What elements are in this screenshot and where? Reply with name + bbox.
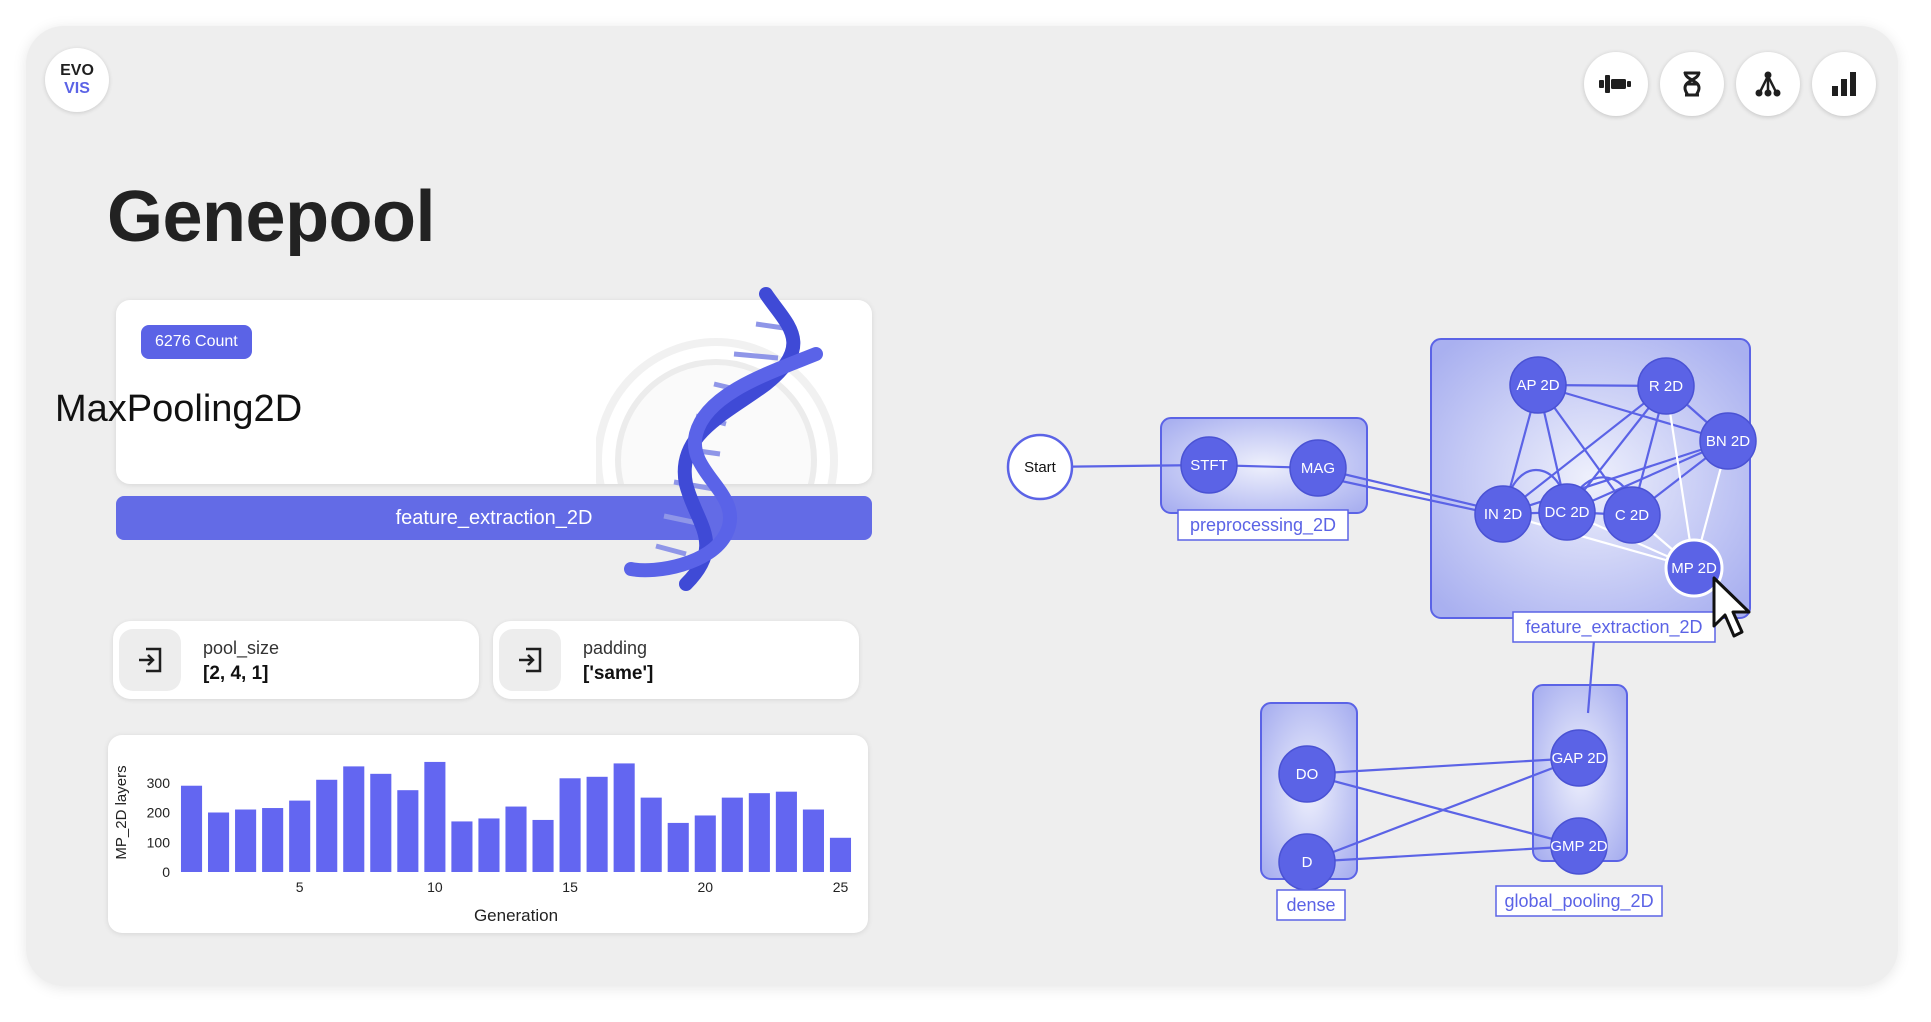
node-label: MP 2D <box>1671 560 1717 577</box>
architecture-graph: Start STFT MAG AP 2D R 2D BN 2D IN 2D DC 2D C 2… <box>1006 338 1757 921</box>
architecture-icon <box>1599 75 1631 93</box>
node-label: BN 2D <box>1706 433 1750 450</box>
node-label: MAG <box>1301 460 1335 477</box>
group-label-preprocessing[interactable]: preprocessing_2D <box>1177 509 1349 541</box>
evovis-logo[interactable]: EVO VIS <box>45 48 109 112</box>
generation-bar-chart: 0 100 200 300 5 10 15 20 25 Generation MP_2D layer… <box>113 761 852 925</box>
node-label: DC 2D <box>1544 504 1589 521</box>
group-label-dense[interactable]: dense <box>1276 889 1346 921</box>
chart-bar <box>208 812 230 872</box>
generation-chart-card: 0 100 200 300 5 10 15 20 25 Generation MP_2D layer… <box>108 735 868 933</box>
graph-node-gmp-2d[interactable]: GMP 2D <box>1550 817 1608 875</box>
chart-bar <box>748 793 770 872</box>
chart-bar <box>478 818 500 872</box>
param-name: padding <box>583 638 648 658</box>
graph-node-dc-2d[interactable]: DC 2D <box>1538 483 1596 541</box>
node-label: AP 2D <box>1516 377 1559 394</box>
node-label: IN 2D <box>1484 506 1523 523</box>
graph-node-mag[interactable]: MAG <box>1289 439 1347 497</box>
graph-node-r-2d[interactable]: R 2D <box>1637 357 1695 415</box>
x-tick-label: 25 <box>833 879 849 895</box>
chart-bar <box>451 821 473 872</box>
param-name: pool_size <box>203 638 280 658</box>
group-label-text: preprocessing_2D <box>1190 515 1336 536</box>
chart-bar <box>370 773 392 872</box>
graph-node-ap-2d[interactable]: AP 2D <box>1509 356 1567 414</box>
input-param-icon <box>119 629 181 691</box>
chart-bar <box>397 790 419 872</box>
input-param-icon <box>499 629 561 691</box>
chart-bar <box>532 819 554 872</box>
x-axis-title: Generation <box>474 906 558 925</box>
node-label: D <box>1302 854 1313 871</box>
node-label: Start <box>1024 459 1057 476</box>
dna-helix-illustration <box>624 287 823 591</box>
y-tick-label: 200 <box>147 805 171 821</box>
node-label: GMP 2D <box>1550 838 1607 855</box>
chart-bar <box>586 776 608 872</box>
chart-bar <box>802 809 824 872</box>
x-tick-label: 20 <box>697 879 713 895</box>
chart-bar <box>694 815 716 872</box>
chart-bar <box>640 797 662 872</box>
graph-node-d[interactable]: D <box>1278 833 1336 891</box>
chart-bar <box>829 837 852 872</box>
graph-node-in-2d[interactable]: IN 2D <box>1474 485 1532 543</box>
param-padding: padding ['same'] <box>493 621 859 699</box>
architecture-view-button[interactable] <box>1584 52 1648 116</box>
graph-node-gap-2d[interactable]: GAP 2D <box>1550 729 1608 787</box>
group-label-global-pooling[interactable]: global_pooling_2D <box>1495 885 1663 917</box>
logo-line-1: EVO <box>60 62 94 79</box>
y-tick-label: 300 <box>147 775 171 791</box>
layer-name: MaxPooling2D <box>55 388 303 430</box>
logo-line-2: VIS <box>64 80 90 97</box>
x-tick-label: 15 <box>562 879 578 895</box>
y-tick-label: 0 <box>162 864 170 880</box>
chart-bar <box>180 785 203 872</box>
group-label-text: dense <box>1286 895 1335 915</box>
statistics-view-button[interactable] <box>1812 52 1876 116</box>
graph-node-stft[interactable]: STFT <box>1180 436 1238 494</box>
y-axis-title: MP_2D layers <box>113 765 130 859</box>
count-badge: 6276 Count <box>141 325 252 359</box>
param-value: ['same'] <box>583 663 654 684</box>
node-label: DO <box>1296 766 1319 783</box>
top-navigation <box>1584 52 1876 116</box>
page-title: Genepool <box>107 177 436 257</box>
graph-node-start[interactable]: Start <box>1006 433 1074 501</box>
chart-bar <box>505 806 527 872</box>
chart-bar <box>316 779 338 872</box>
chart-bar <box>667 822 689 872</box>
node-label: STFT <box>1190 457 1228 474</box>
node-label: R 2D <box>1649 378 1683 395</box>
y-tick-label: 100 <box>147 834 171 850</box>
tree-view-button[interactable] <box>1736 52 1800 116</box>
x-tick-label: 5 <box>296 879 304 895</box>
chart-bar <box>235 809 257 872</box>
x-tick-label: 10 <box>427 879 443 895</box>
node-label: C 2D <box>1615 507 1649 524</box>
chart-bar <box>613 763 635 872</box>
graph-node-bn-2d[interactable]: BN 2D <box>1699 412 1757 470</box>
param-pool-size: pool_size [2, 4, 1] <box>113 621 479 699</box>
group-label-feature-extraction[interactable]: feature_extraction_2D <box>1512 611 1716 643</box>
graph-node-do[interactable]: DO <box>1278 745 1336 803</box>
bar-chart-icon <box>1832 72 1856 96</box>
group-label-text: global_pooling_2D <box>1504 891 1653 912</box>
chart-bar <box>721 797 743 872</box>
dna-icon <box>1683 71 1701 97</box>
chart-bar <box>343 766 365 872</box>
genepool-view-button[interactable] <box>1660 52 1724 116</box>
app-panel: EVO VIS Genepool 6276 Count MaxPooling2D… <box>26 26 1898 986</box>
chart-bar <box>289 800 311 872</box>
param-value: [2, 4, 1] <box>203 663 269 684</box>
chart-bar <box>559 778 581 872</box>
chart-bar <box>775 791 797 872</box>
group-label-text: feature_extraction_2D <box>1525 617 1702 638</box>
chart-bar <box>262 808 284 872</box>
tree-icon <box>1755 71 1781 97</box>
node-label: GAP 2D <box>1552 750 1607 767</box>
graph-node-c-2d[interactable]: C 2D <box>1603 486 1661 544</box>
chart-bar <box>424 761 446 872</box>
